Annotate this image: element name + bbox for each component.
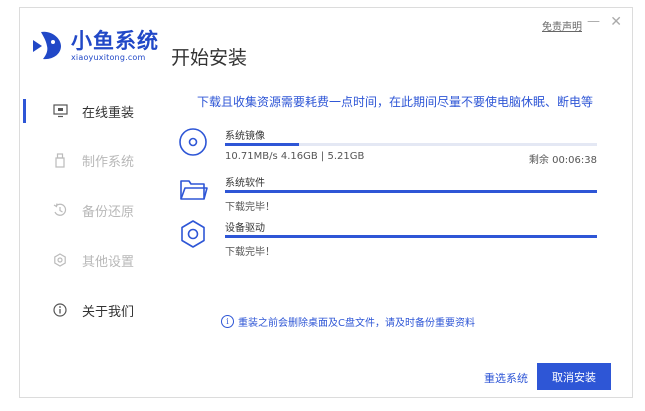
progress-fill [225,235,597,238]
fish-logo-icon [33,31,61,60]
info-icon [52,302,68,318]
sidebar-item-about-us[interactable]: 关于我们 [20,296,160,324]
sidebar-item-label: 制作系统 [82,154,135,170]
download-status: 下载完毕！ [225,202,275,213]
sidebar-item-label: 关于我们 [82,304,135,320]
minimize-button[interactable]: — [587,14,600,29]
disc-icon [179,128,207,156]
brand-url: xiaoyuxitong.com [71,53,146,62]
sidebar-item-label: 其他设置 [82,254,135,270]
progress-track [225,143,597,146]
info-icon: i [221,315,234,328]
page-title: 开始安装 [171,47,248,69]
disclaimer-link[interactable]: 免责声明 [542,18,582,33]
sidebar-item-other-settings[interactable]: 其他设置 [20,246,160,274]
sidebar-item-label: 备份还原 [82,204,135,220]
active-indicator [23,99,26,123]
reselect-system-link[interactable]: 重选系统 [484,370,528,386]
restore-icon [52,202,68,218]
install-notice: 下载且收集资源需要耗费一点时间，在此期间尽量不要使电脑休眠、断电等 [197,95,594,109]
close-button[interactable]: ✕ [610,14,622,30]
sidebar-item-backup-restore[interactable]: 备份还原 [20,196,160,224]
monitor-icon [52,103,68,119]
time-remaining: 剩余 00:06:38 [528,155,597,166]
task-name: 设备驱动 [225,223,265,234]
task-name: 系统镜像 [225,131,265,142]
cancel-install-button[interactable]: 取消安装 [537,363,611,390]
usb-icon [52,152,68,168]
settings-icon [52,252,68,268]
folder-icon [180,180,208,200]
download-status: 下载完毕！ [225,247,275,258]
progress-track [225,235,597,238]
sidebar-item-make-system[interactable]: 制作系统 [20,146,160,174]
gear-icon [181,220,205,248]
progress-track [225,190,597,193]
progress-fill [225,190,597,193]
backup-tip-text: 重装之前会删除桌面及C盘文件，请及时备份重要资料 [238,318,475,329]
download-stats: 10.71MB/s 4.16GB | 5.21GB [225,151,365,162]
installer-window: 小鱼系统 xiaoyuxitong.com 开始安装 免责声明 — ✕ 在线重装… [19,7,633,398]
sidebar-item-online-reinstall[interactable]: 在线重装 [20,97,160,125]
brand: 小鱼系统 xiaoyuxitong.com [71,30,159,62]
task-name: 系统软件 [225,178,265,189]
brand-name: 小鱼系统 [71,29,159,53]
progress-fill [225,143,300,146]
sidebar-item-label: 在线重装 [82,105,135,121]
backup-tip: i 重装之前会删除桌面及C盘文件，请及时备份重要资料 [221,314,475,329]
